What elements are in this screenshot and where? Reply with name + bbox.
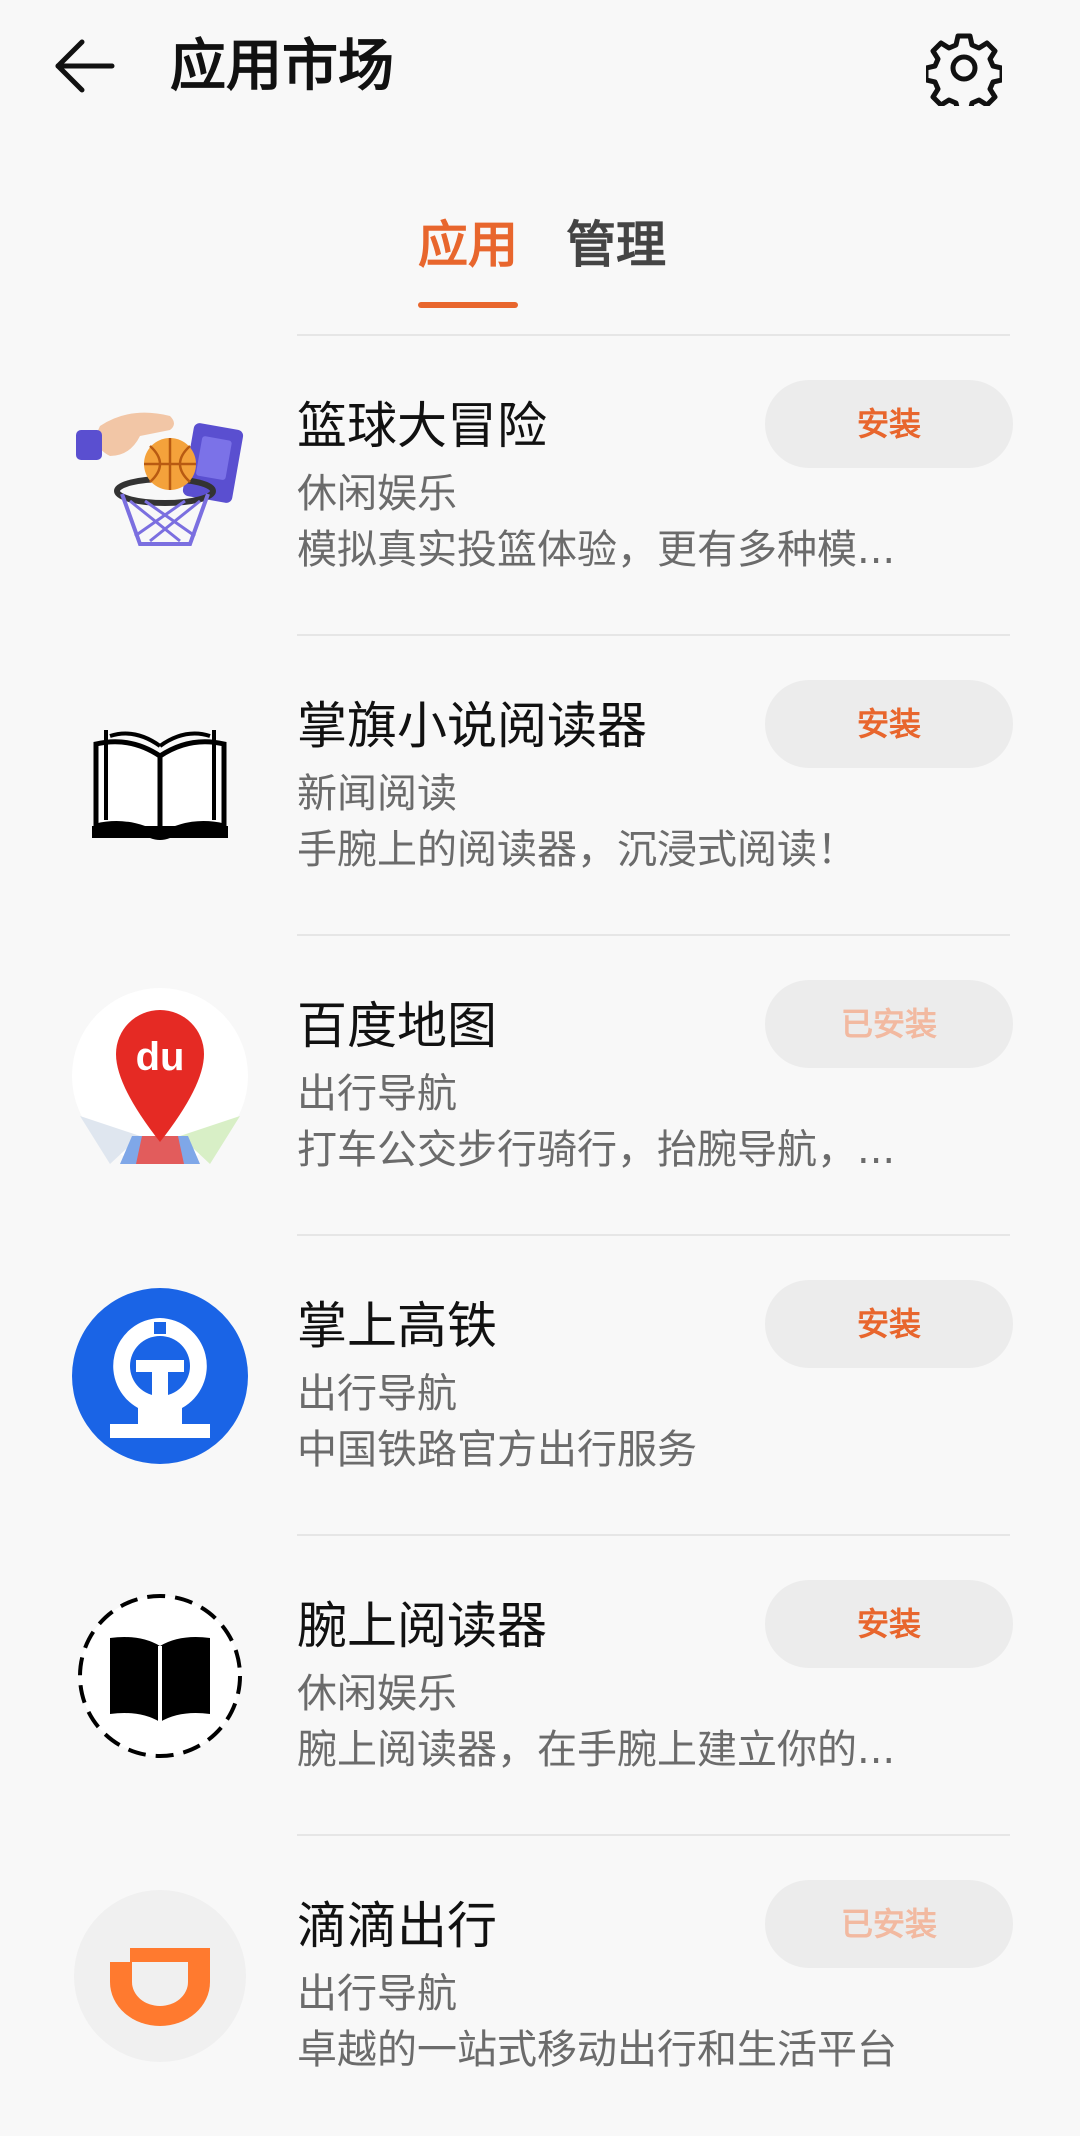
app-name: 滴滴出行 bbox=[297, 1897, 497, 1955]
app-description: 卓越的一站式移动出行和生活平台 bbox=[297, 2027, 897, 2073]
gear-icon bbox=[923, 33, 1005, 115]
app-category: 出行导航 bbox=[297, 1071, 457, 1117]
header: 应用市场 bbox=[0, 0, 1080, 140]
active-tab-indicator bbox=[418, 302, 518, 308]
tab-apps[interactable]: 应用 bbox=[418, 210, 518, 280]
tab-manage[interactable]: 管理 bbox=[566, 210, 666, 280]
basketball-hoop-icon bbox=[70, 386, 250, 566]
installed-button[interactable]: 已安装 bbox=[765, 980, 1013, 1068]
app-item-china-railway[interactable]: 掌上高铁 出行导航 中国铁路官方出行服务 安装 bbox=[0, 1236, 1080, 1536]
install-button[interactable]: 安装 bbox=[765, 680, 1013, 768]
svg-text:du: du bbox=[136, 1035, 185, 1079]
app-name: 掌旗小说阅读器 bbox=[297, 697, 647, 755]
app-category: 出行导航 bbox=[297, 1371, 457, 1417]
install-button[interactable]: 安装 bbox=[765, 1580, 1013, 1668]
back-button[interactable] bbox=[48, 30, 120, 102]
app-item-wrist-reader[interactable]: 腕上阅读器 休闲娱乐 腕上阅读器，在手腕上建立你的... 安装 bbox=[0, 1536, 1080, 1836]
app-item-baidu-map[interactable]: du 百度地图 出行导航 打车公交步行骑行，抬腕导航，... 已安装 bbox=[0, 936, 1080, 1236]
app-category: 新闻阅读 bbox=[297, 771, 457, 817]
installed-button[interactable]: 已安装 bbox=[765, 1880, 1013, 1968]
app-name: 百度地图 bbox=[297, 997, 497, 1055]
app-name: 掌上高铁 bbox=[297, 1297, 497, 1355]
app-item-zhangqi-reader[interactable]: 掌旗小说阅读器 新闻阅读 手腕上的阅读器，沉浸式阅读！ 安装 bbox=[0, 636, 1080, 936]
china-railway-logo-icon bbox=[70, 1286, 250, 1466]
app-description: 打车公交步行骑行，抬腕导航，... bbox=[297, 1127, 896, 1173]
app-category: 休闲娱乐 bbox=[297, 1671, 457, 1717]
app-description: 模拟真实投篮体验，更有多种模... bbox=[297, 527, 896, 573]
app-name: 篮球大冒险 bbox=[297, 397, 547, 455]
app-item-didi[interactable]: 滴滴出行 出行导航 卓越的一站式移动出行和生活平台 已安装 bbox=[0, 1836, 1080, 2136]
tab-bar: 应用 管理 bbox=[0, 210, 1080, 320]
app-name: 腕上阅读器 bbox=[297, 1597, 547, 1655]
app-description: 中国铁路官方出行服务 bbox=[297, 1427, 697, 1473]
app-description: 腕上阅读器，在手腕上建立你的... bbox=[297, 1727, 896, 1773]
app-category: 出行导航 bbox=[297, 1971, 457, 2017]
app-item-basketball[interactable]: 篮球大冒险 休闲娱乐 模拟真实投篮体验，更有多种模... 安装 bbox=[0, 336, 1080, 636]
book-dashed-circle-icon bbox=[70, 1586, 250, 1766]
install-button[interactable]: 安装 bbox=[765, 1280, 1013, 1368]
settings-button[interactable] bbox=[923, 30, 1005, 115]
baidu-map-pin-icon: du bbox=[70, 986, 250, 1166]
install-button[interactable]: 安装 bbox=[765, 380, 1013, 468]
open-book-icon bbox=[70, 686, 250, 866]
didi-logo-icon bbox=[70, 1886, 250, 2066]
app-category: 休闲娱乐 bbox=[297, 471, 457, 517]
page-title: 应用市场 bbox=[170, 34, 394, 99]
back-arrow-icon bbox=[55, 39, 115, 93]
app-description: 手腕上的阅读器，沉浸式阅读！ bbox=[297, 827, 857, 873]
